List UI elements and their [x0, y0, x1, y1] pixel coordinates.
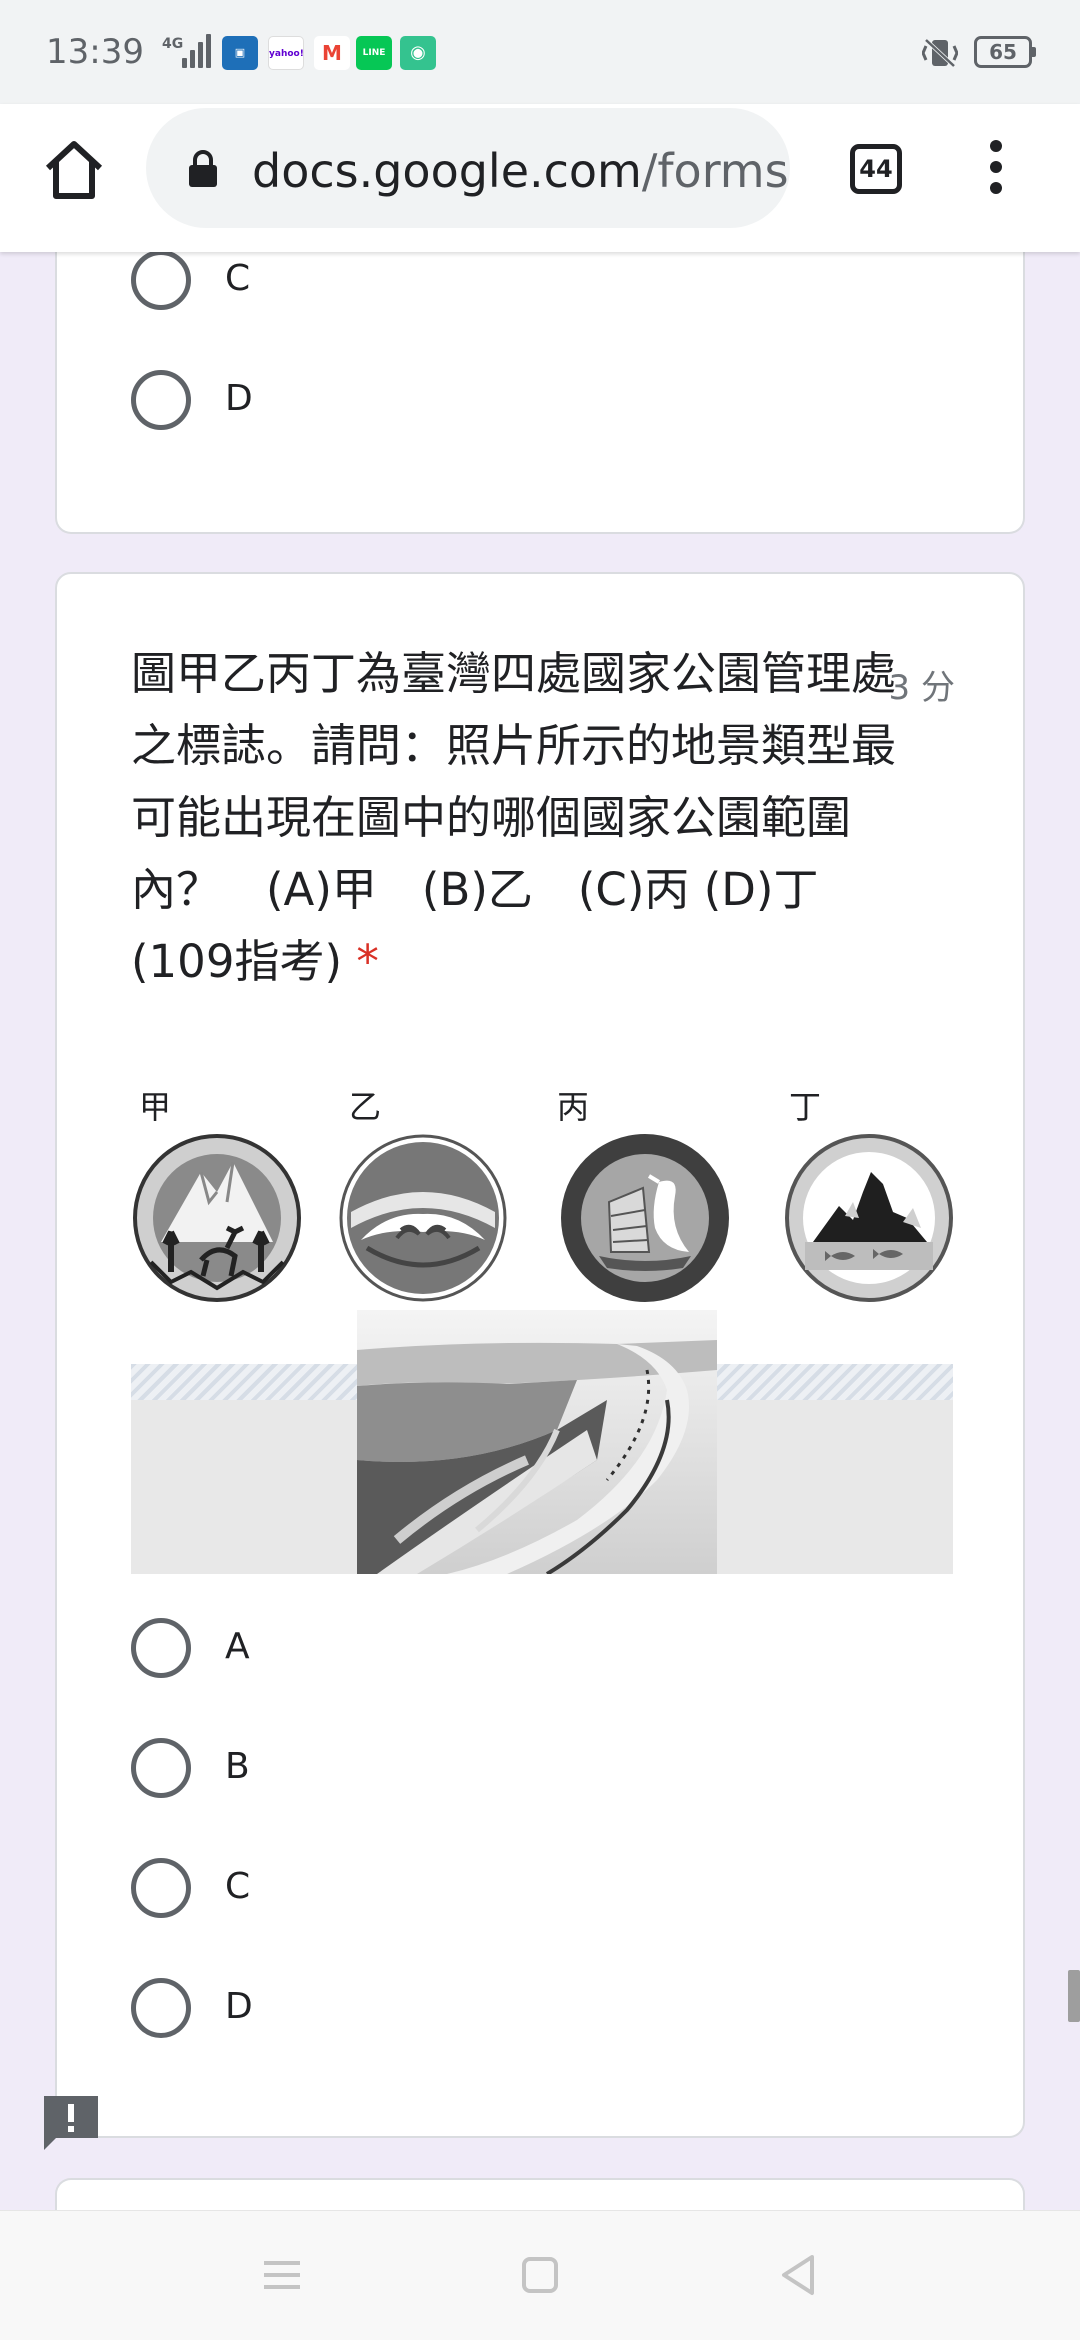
- radio-button[interactable]: [131, 370, 191, 430]
- park-logo-jia: [133, 1134, 301, 1302]
- radio-button[interactable]: [131, 1618, 191, 1678]
- park-logo-bing: [561, 1134, 729, 1302]
- question-card: 圖甲乙丙丁為臺灣四處國家公園管理處之標誌。請問：照片所示的地景類型最可能出現在圖…: [55, 572, 1025, 2138]
- home-icon[interactable]: [40, 136, 108, 204]
- radio-button[interactable]: [131, 1858, 191, 1918]
- app-icon: ▣: [222, 36, 258, 70]
- option-label: C: [225, 1866, 251, 1907]
- radio-button[interactable]: [131, 1738, 191, 1798]
- more-menu-icon[interactable]: [986, 140, 1006, 200]
- lock-icon: [189, 150, 217, 187]
- radio-button[interactable]: [131, 1978, 191, 2038]
- url-path: /forms: [641, 144, 789, 198]
- yahoo-mail-icon: yahoo!: [268, 36, 304, 70]
- gmail-icon: M: [314, 36, 350, 70]
- logo-label-yi: 乙: [349, 1088, 382, 1126]
- tab-switcher-button[interactable]: 44: [850, 144, 902, 194]
- status-bar: 13:39 4G ▣ yahoo! M LINE ◉ 65: [0, 0, 1080, 104]
- vibrate-icon: [922, 38, 958, 68]
- park-logo-ding: [785, 1134, 953, 1302]
- option-label: D: [225, 378, 253, 419]
- question-title: 圖甲乙丙丁為臺灣四處國家公園管理處之標誌。請問：照片所示的地景類型最可能出現在圖…: [131, 638, 931, 998]
- option-label: D: [225, 1986, 253, 2027]
- question-text: 圖甲乙丙丁為臺灣四處國家公園管理處之標誌。請問：照片所示的地景類型最可能出現在圖…: [131, 647, 897, 988]
- back-icon[interactable]: [766, 2243, 830, 2307]
- logo-label-bing: 丙: [557, 1088, 590, 1126]
- points-label: 3 分: [888, 668, 955, 708]
- line-icon: LINE: [356, 36, 392, 70]
- report-feedback-icon[interactable]: [40, 2092, 102, 2154]
- logo-label-ding: 丁: [789, 1088, 822, 1126]
- required-mark: *: [356, 935, 379, 988]
- browser-toolbar: docs.google.com/forms 44: [0, 104, 1080, 252]
- signal-icon: [182, 34, 212, 68]
- battery-icon: 65: [974, 36, 1036, 68]
- radio-button[interactable]: [131, 250, 191, 310]
- sandbar-photo: [357, 1310, 717, 1574]
- park-logo-yi: [339, 1134, 507, 1302]
- option-label: A: [225, 1626, 250, 1667]
- option-label: B: [225, 1746, 250, 1787]
- menu-icon[interactable]: [250, 2243, 314, 2307]
- option-label: C: [225, 258, 251, 299]
- question-image: 甲 乙 丙 丁: [131, 1074, 953, 1574]
- status-time: 13:39: [46, 32, 144, 72]
- url-text: docs.google.com/forms: [252, 144, 789, 198]
- chat-icon: ◉: [400, 36, 436, 70]
- home-nav-icon[interactable]: [508, 2243, 572, 2307]
- network-type: 4G: [162, 36, 184, 52]
- url-domain: docs.google.com: [252, 144, 642, 198]
- address-bar[interactable]: docs.google.com/forms: [146, 108, 790, 228]
- scrollbar[interactable]: [1068, 1970, 1080, 2022]
- system-navigation-bar: [0, 2210, 1080, 2340]
- logo-label-jia: 甲: [139, 1088, 172, 1126]
